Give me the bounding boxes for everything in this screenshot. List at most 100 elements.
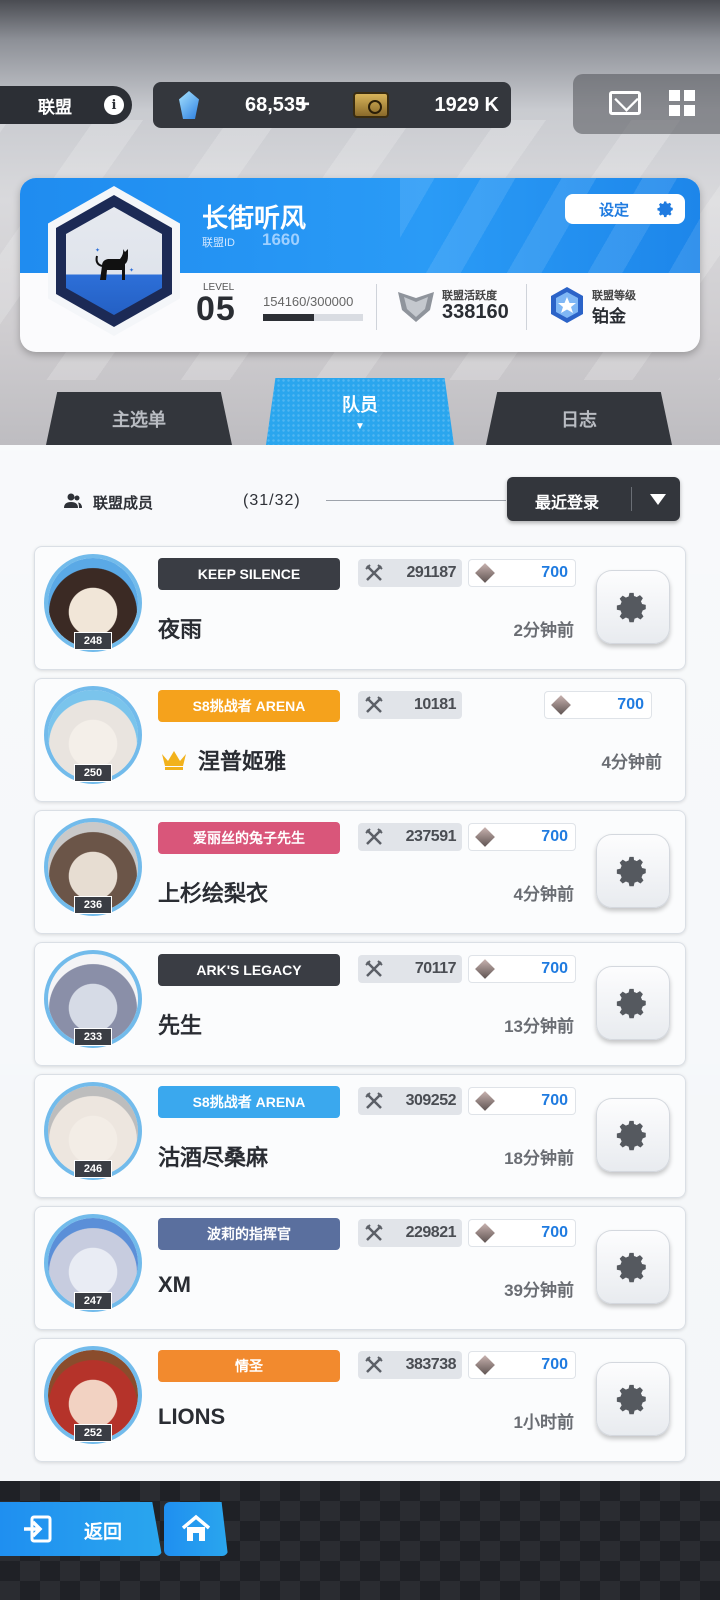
last-login-time: 39分钟前	[504, 1281, 574, 1300]
contribution-box: 700	[468, 1351, 576, 1379]
manage-member-button[interactable]	[596, 1362, 670, 1436]
chevron-down-icon	[650, 494, 666, 505]
contribution-box: 700	[468, 955, 576, 983]
member-name: XM	[158, 1272, 191, 1297]
add-gems-button[interactable]: +	[296, 91, 310, 119]
contribution-value: 700	[541, 828, 568, 845]
tab-label: 队员	[342, 395, 378, 415]
manage-member-button[interactable]	[596, 570, 670, 644]
member-name: 涅普姬雅	[198, 749, 287, 774]
crossed-swords-icon	[365, 1356, 383, 1373]
member-name: LIONS	[158, 1404, 226, 1429]
mail-icon[interactable]	[609, 91, 641, 115]
alliance-tag-label: 联盟	[38, 97, 72, 117]
rank-badge-icon	[551, 287, 583, 323]
last-login-time: 1小时前	[513, 1413, 574, 1432]
sort-dropdown[interactable]: 最近登录	[507, 477, 680, 521]
home-icon	[181, 1514, 211, 1541]
contribution-value: 700	[541, 960, 568, 977]
svg-text:✦: ✦	[129, 267, 134, 274]
combat-power-value: 237591	[405, 828, 457, 845]
alliance-id: 1660	[262, 230, 300, 249]
manage-member-button[interactable]	[596, 966, 670, 1040]
member-title-banner: KEEP SILENCE	[158, 558, 340, 590]
exp-progress-fill	[263, 314, 315, 321]
home-button[interactable]	[164, 1502, 228, 1556]
member-row[interactable]: 233 ARK'S LEGACY 70117 700 先生 13分钟前	[34, 942, 686, 1066]
exp-text: 154160/300000	[263, 294, 354, 309]
members-count: (31/32)	[243, 492, 301, 509]
manage-member-button[interactable]	[596, 834, 670, 908]
back-label: 返回	[84, 1522, 123, 1543]
member-name: 沽酒尽桑麻	[158, 1145, 269, 1170]
member-level-badge: 252	[74, 1424, 112, 1442]
combat-power-box: 70117	[358, 955, 462, 983]
alliance-card: ✦ ✦ 长街听风 联盟ID 1660 设定 LEVEL 05 154160/30…	[20, 178, 700, 352]
contribution-box: 700	[544, 691, 652, 719]
grid-icon[interactable]	[669, 90, 695, 116]
back-button[interactable]: 返回	[0, 1502, 162, 1556]
top-right-actions	[573, 74, 720, 134]
gear-icon	[616, 988, 646, 1019]
alliance-settings-button[interactable]: 设定	[565, 194, 685, 224]
divider	[631, 487, 632, 511]
member-title-banner: ARK'S LEGACY	[158, 954, 340, 986]
member-title-banner: S8挑战者 ARENA	[158, 1086, 340, 1118]
members-label: 联盟成员	[93, 495, 154, 512]
combat-power-box: 291187	[358, 559, 462, 587]
combat-power-box: 383738	[358, 1351, 462, 1379]
combat-power-value: 10181	[414, 696, 457, 713]
contribution-value: 700	[541, 1092, 568, 1109]
settings-label: 设定	[599, 201, 630, 219]
gear-icon	[616, 1252, 646, 1283]
crown-icon	[162, 751, 186, 770]
member-row[interactable]: 248 KEEP SILENCE 291187 700 夜雨 2分钟前	[34, 546, 686, 670]
sort-dropdown-label: 最近登录	[535, 495, 600, 512]
alliance-tag[interactable]: 联盟 i	[0, 86, 132, 124]
combat-power-box: 229821	[358, 1219, 462, 1247]
crossed-swords-icon	[365, 1092, 383, 1109]
gear-icon	[616, 592, 646, 623]
diamond-icon	[475, 1355, 495, 1375]
member-level-badge: 246	[74, 1160, 112, 1178]
tab-members[interactable]: 队员 ▼	[266, 378, 454, 445]
crossed-swords-icon	[365, 960, 383, 977]
last-login-time: 13分钟前	[504, 1017, 574, 1036]
member-row[interactable]: 252 情圣 383738 700 LIONS 1小时前	[34, 1338, 686, 1462]
contribution-box: 700	[468, 1087, 576, 1115]
last-login-time: 4分钟前	[601, 753, 662, 772]
contribution-box: 700	[468, 823, 576, 851]
member-name: 夜雨	[158, 617, 203, 642]
info-icon[interactable]: i	[104, 95, 124, 115]
members-icon	[64, 493, 82, 508]
combat-power-box: 10181	[358, 691, 462, 719]
last-login-time: 2分钟前	[513, 621, 574, 640]
cat-icon: ✦ ✦	[95, 247, 134, 280]
svg-text:✦: ✦	[95, 247, 100, 254]
rank-value: 铂金	[592, 307, 626, 326]
contribution-box: 700	[468, 1219, 576, 1247]
activity-value: 338160	[442, 301, 509, 323]
tab-label: 主选单	[112, 409, 166, 430]
credit-amount: 1929 K	[434, 94, 500, 116]
member-row[interactable]: 236 爱丽丝的兔子先生 237591 700 上杉绘梨衣 4分钟前	[34, 810, 686, 934]
member-row[interactable]: 250 S8挑战者 ARENA 10181 700 涅普姬雅 4分钟前	[34, 678, 686, 802]
member-title-banner: 情圣	[158, 1350, 340, 1382]
manage-member-button[interactable]	[596, 1098, 670, 1172]
member-row[interactable]: 246 S8挑战者 ARENA 309252 700 沽酒尽桑麻 18分钟前	[34, 1074, 686, 1198]
combat-power-value: 229821	[405, 1224, 457, 1241]
tab-main-menu[interactable]: 主选单	[46, 392, 232, 445]
last-login-time: 4分钟前	[513, 885, 574, 904]
contribution-value: 700	[617, 696, 644, 713]
tab-log[interactable]: 日志	[486, 392, 672, 445]
currency-bar: 68,535 + 1929 K	[153, 82, 511, 128]
member-name: 上杉绘梨衣	[158, 881, 269, 906]
contribution-value: 700	[541, 564, 568, 581]
manage-member-button[interactable]	[596, 1230, 670, 1304]
member-level-badge: 236	[74, 896, 112, 914]
member-row[interactable]: 247 波莉的指挥官 229821 700 XM 39分钟前	[34, 1206, 686, 1330]
diamond-icon	[475, 563, 495, 583]
gear-icon	[616, 1120, 646, 1151]
alliance-level: 05	[196, 290, 236, 328]
tab-label: 日志	[561, 409, 597, 430]
